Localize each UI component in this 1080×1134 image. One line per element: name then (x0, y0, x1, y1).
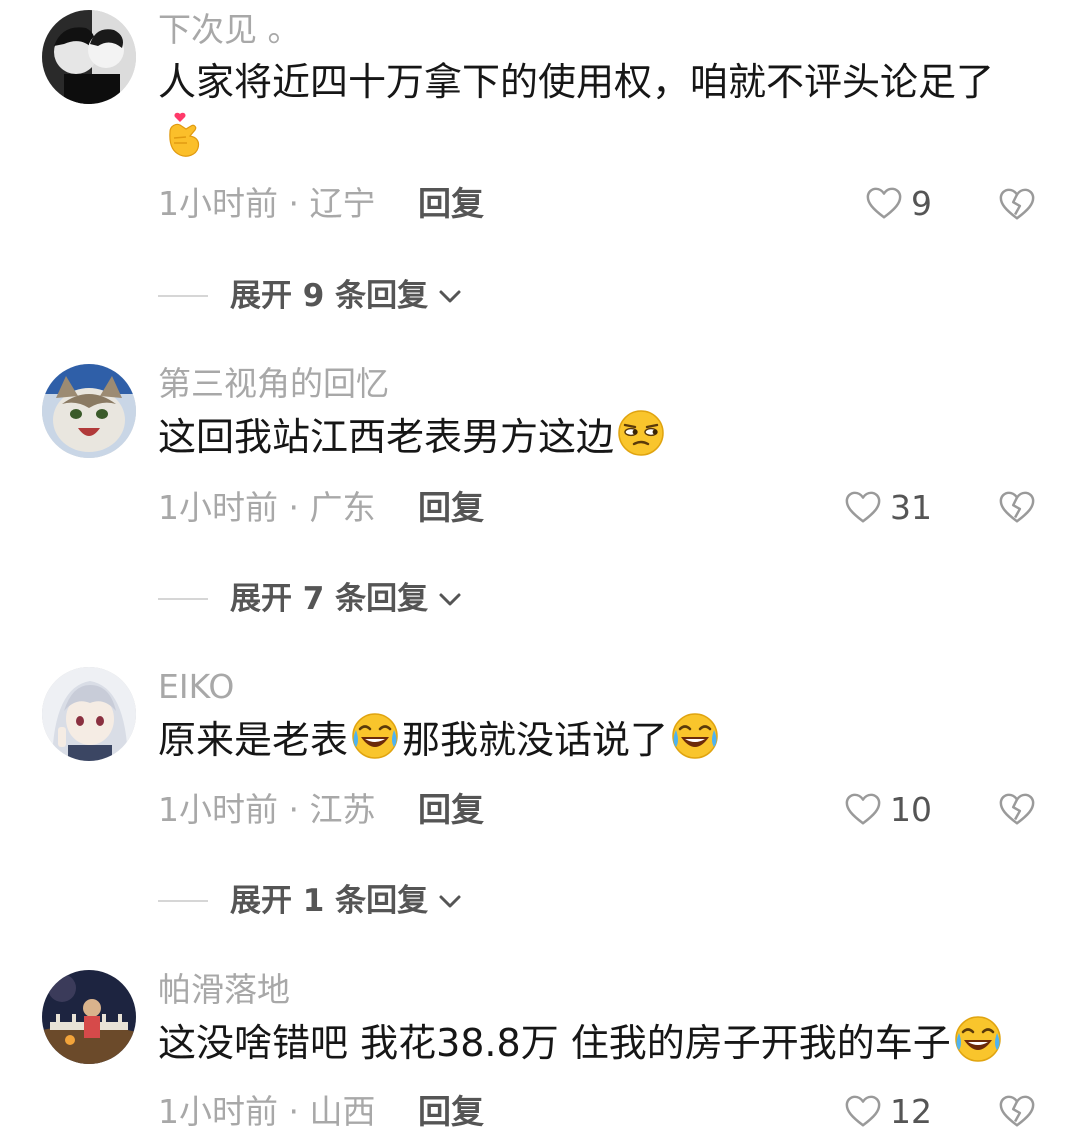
broken-heart-icon[interactable] (998, 1093, 1036, 1131)
like-button[interactable]: 10 (844, 788, 932, 832)
avatar-image (42, 10, 136, 104)
side-eye-emoji (616, 408, 666, 458)
comment-item: 帕滑落地 这没啥错吧 我花38.8万 住我的房子开我的车子 1小时前 · 山西 … (0, 960, 1080, 1134)
comment-item: 下次见 。 人家将近四十万拿下的使用权，咱就不评头论足了 1小时前 · 辽宁 回… (0, 0, 1080, 314)
username[interactable]: 第三视角的回忆 (158, 362, 389, 406)
chevron-down-icon (436, 887, 464, 915)
broken-heart-icon[interactable] (998, 791, 1036, 829)
rolling-laughing-emoji (350, 711, 400, 761)
like-count: 12 (890, 1092, 932, 1131)
comment-text-part: 人家将近四十万拿下的使用权，咱就不评头论足了 (158, 60, 995, 104)
avatar-image (42, 667, 136, 761)
like-button[interactable]: 31 (844, 486, 932, 530)
like-button[interactable]: 12 (844, 1090, 932, 1134)
time-location: 1小时前 · 辽宁 (158, 184, 376, 223)
expand-replies[interactable]: 展开 1 条回复 (158, 879, 464, 923)
finger-heart-emoji (160, 110, 210, 160)
rolling-laughing-emoji (670, 711, 720, 761)
expand-replies-label: 展开 7 条回复 (230, 581, 429, 617)
comment-text-part: 这回我站江西老表男方这边 (158, 415, 615, 459)
time-location: 1小时前 · 山西 (158, 1092, 376, 1131)
reply-button[interactable]: 回复 (418, 1090, 484, 1134)
avatar[interactable] (42, 667, 136, 761)
avatar[interactable] (42, 10, 136, 104)
divider-line (158, 900, 208, 902)
expand-replies[interactable]: 展开 7 条回复 (158, 577, 464, 621)
chevron-down-icon (436, 585, 464, 613)
expand-replies-label: 展开 9 条回复 (230, 278, 429, 314)
like-count: 31 (890, 488, 932, 527)
username[interactable]: 下次见 。 (158, 8, 301, 52)
chevron-down-icon (436, 282, 464, 310)
reply-button[interactable]: 回复 (418, 486, 484, 530)
expand-replies[interactable]: 展开 9 条回复 (158, 274, 464, 318)
rolling-laughing-emoji (953, 1014, 1003, 1064)
reply-button[interactable]: 回复 (418, 182, 484, 226)
divider-line (158, 295, 208, 297)
avatar-image (42, 364, 136, 458)
heart-outline-icon (844, 791, 882, 829)
heart-outline-icon (865, 185, 903, 223)
comment-text-part: 那我就没话说了 (402, 718, 669, 762)
comment-text: 人家将近四十万拿下的使用权，咱就不评头论足了 (158, 54, 1038, 167)
comment-text: 原来是老表 那我就没话说了 (158, 711, 1038, 768)
like-button[interactable]: 9 (865, 182, 932, 226)
username[interactable]: EIKO (158, 665, 234, 709)
comment-text: 这没啥错吧 我花38.8万 住我的房子开我的车子 (158, 1014, 1058, 1071)
comment-text-part: 这没啥错吧 我花38.8万 住我的房子开我的车子 (158, 1021, 951, 1065)
comment-item: EIKO 原来是老表 那我就没话说了 1小时前 · 江苏 回复 10 展开 1 条… (0, 657, 1080, 957)
heart-outline-icon (844, 1093, 882, 1131)
avatar-image (42, 970, 136, 1064)
time-location: 1小时前 · 广东 (158, 488, 376, 527)
comment-item: 第三视角的回忆 这回我站江西老表男方这边 1小时前 · 广东 回复 31 展开 … (0, 354, 1080, 654)
avatar[interactable] (42, 364, 136, 458)
comment-text-part: 原来是老表 (158, 718, 349, 762)
broken-heart-icon[interactable] (998, 489, 1036, 527)
divider-line (158, 598, 208, 600)
comment-text: 这回我站江西老表男方这边 (158, 408, 1038, 465)
time-location: 1小时前 · 江苏 (158, 790, 376, 829)
avatar[interactable] (42, 970, 136, 1064)
username[interactable]: 帕滑落地 (158, 968, 290, 1012)
like-count: 9 (911, 184, 932, 223)
broken-heart-icon[interactable] (998, 186, 1036, 224)
reply-button[interactable]: 回复 (418, 788, 484, 832)
heart-outline-icon (844, 489, 882, 527)
like-count: 10 (890, 790, 932, 829)
expand-replies-label: 展开 1 条回复 (230, 883, 429, 919)
